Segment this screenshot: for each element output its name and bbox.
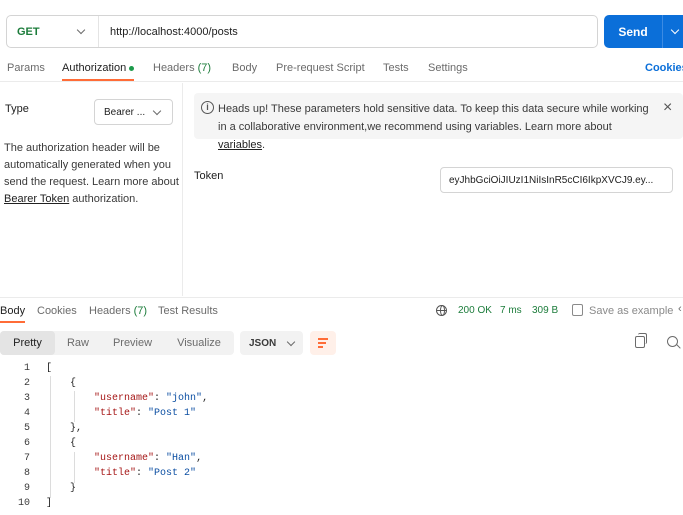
url-bar: GET (6, 15, 598, 48)
chevron-down-icon (76, 25, 86, 35)
close-icon[interactable]: × (663, 99, 672, 117)
search-icon[interactable] (667, 336, 678, 347)
status-code[interactable]: 200 OK (458, 305, 492, 316)
token-input[interactable]: eyJhbGciOiJIUzI1NiIsInR5cCI6IkpXVCJ9.ey.… (440, 167, 673, 193)
auth-type-select[interactable]: Bearer ... (94, 99, 173, 125)
code-line: 7 "username": "Han", (23, 453, 203, 464)
active-tab-indicator (0, 321, 25, 323)
view-visualize[interactable]: Visualize (164, 331, 234, 355)
tab-settings[interactable]: Settings (428, 62, 468, 74)
format-select[interactable]: JSON (240, 331, 303, 355)
type-label: Type (5, 103, 29, 115)
more-icon[interactable]: ‹ (678, 303, 682, 315)
tab-response-headers[interactable]: Headers (7) (89, 305, 147, 317)
variables-link[interactable]: variables (218, 139, 262, 151)
info-icon: i (201, 101, 214, 114)
wrap-icon-line (318, 342, 326, 344)
cookies-link[interactable]: Cookies (645, 62, 683, 74)
view-preview[interactable]: Preview (101, 331, 164, 355)
tab-test-results[interactable]: Test Results (158, 305, 218, 317)
auth-description: The authorization header will be automat… (4, 142, 179, 205)
format-label: JSON (249, 337, 277, 349)
chevron-down-icon (152, 106, 162, 115)
globe-icon[interactable] (436, 305, 447, 316)
active-tab-indicator (62, 79, 134, 81)
chevron-down-icon[interactable] (670, 25, 680, 35)
response-time[interactable]: 7 ms (500, 305, 522, 316)
tab-pre-request-script[interactable]: Pre-request Script (276, 62, 365, 74)
wrap-icon-line (318, 346, 323, 348)
tab-body[interactable]: Body (232, 62, 257, 74)
tab-response-body[interactable]: Body (0, 305, 25, 317)
tab-params[interactable]: Params (7, 62, 45, 74)
response-tabs: Body Cookies Headers (7) Test Results 20… (0, 297, 683, 323)
auth-type-value: Bearer ... (104, 106, 146, 118)
sensitive-data-alert: i Heads up! These parameters hold sensit… (194, 93, 683, 151)
code-line: 5 }, (23, 423, 83, 434)
token-label: Token (194, 170, 224, 182)
code-line: 9 } (23, 483, 77, 494)
wrap-lines-button[interactable] (310, 331, 336, 355)
status-dot (129, 65, 135, 71)
url-input[interactable] (99, 16, 597, 47)
view-pretty[interactable]: Pretty (0, 331, 55, 355)
response-body-viewer[interactable]: 1[ 2 { 3 "username": "john", 4 "title": … (0, 361, 683, 515)
view-mode-tabs: Pretty Raw Preview Visualize (0, 331, 234, 355)
save-icon[interactable] (572, 304, 583, 316)
tab-response-cookies[interactable]: Cookies (37, 305, 77, 317)
tab-authorization[interactable]: Authorization (62, 62, 135, 74)
alert-text: Heads up! These parameters hold sensitiv… (218, 103, 649, 151)
send-button[interactable]: Send (604, 15, 683, 48)
send-divider (662, 15, 663, 48)
response-size[interactable]: 309 B (532, 305, 558, 316)
code-line: 3 "username": "john", (23, 393, 209, 404)
chevron-down-icon (286, 337, 296, 346)
auth-type-panel: Type Bearer ... The authorization header… (0, 83, 183, 296)
code-line: 10] (17, 498, 53, 509)
copy-icon[interactable] (635, 333, 647, 348)
method-select[interactable]: GET (7, 16, 99, 47)
request-tabs: Params Authorization Headers (7) Body Pr… (0, 58, 683, 82)
code-line: 2 { (23, 378, 77, 389)
tab-headers[interactable]: Headers (7) (153, 62, 211, 74)
code-line: 8 "title": "Post 2" (23, 468, 197, 479)
bearer-token-link[interactable]: Bearer Token (4, 193, 69, 205)
code-line: 4 "title": "Post 1" (23, 408, 197, 419)
tab-tests[interactable]: Tests (383, 62, 409, 74)
send-label: Send (618, 24, 648, 39)
code-line: 1[ (23, 363, 53, 374)
method-label: GET (17, 25, 40, 38)
wrap-icon-line (318, 338, 328, 340)
view-raw[interactable]: Raw (55, 331, 101, 355)
code-line: 6 { (23, 438, 77, 449)
save-as-example-button[interactable]: Save as example (589, 305, 673, 317)
